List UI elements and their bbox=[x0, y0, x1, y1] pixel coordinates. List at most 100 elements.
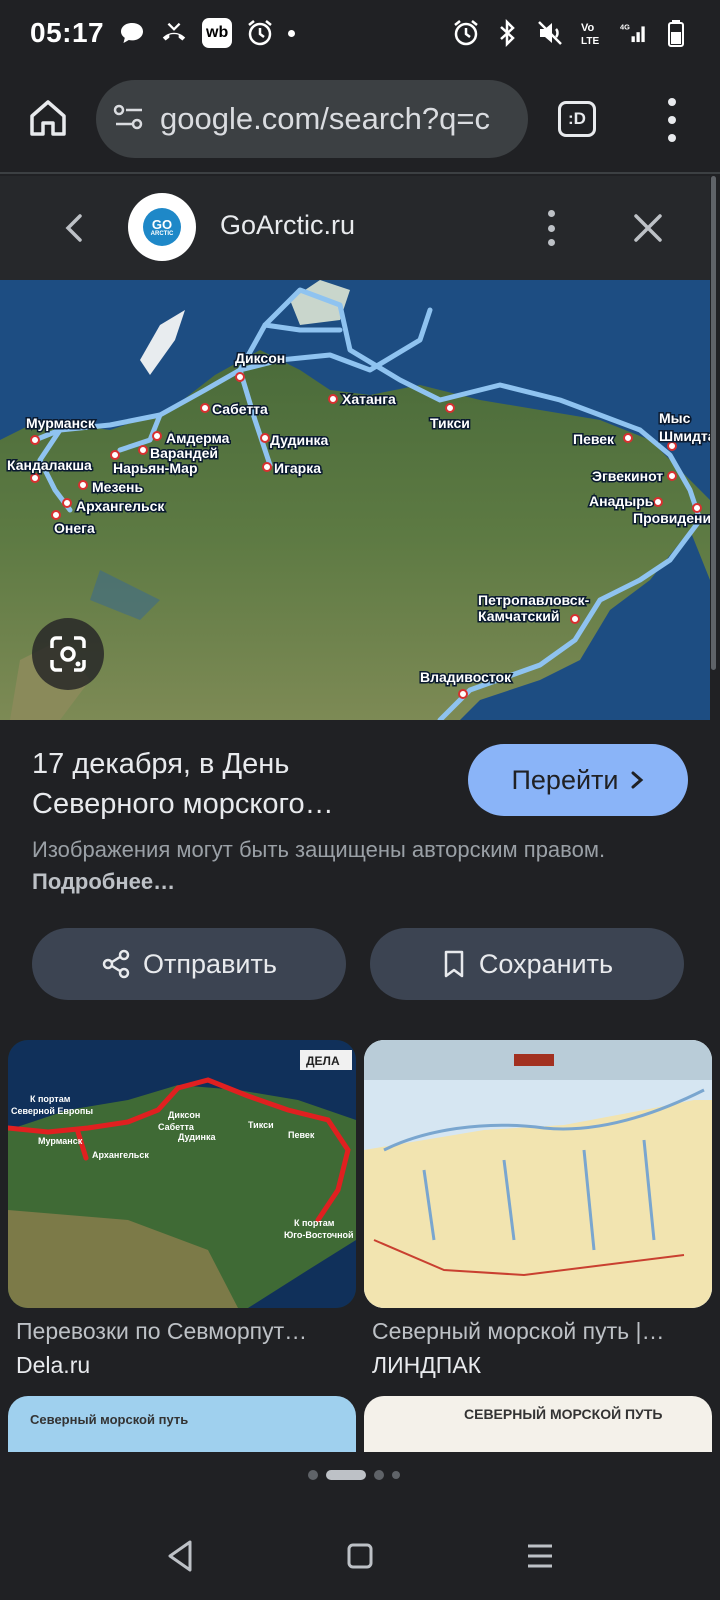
svg-text:ДЕЛА: ДЕЛА bbox=[306, 1054, 340, 1068]
more-vert-icon bbox=[547, 210, 555, 217]
close-button[interactable] bbox=[628, 208, 668, 248]
browser-menu-button[interactable] bbox=[660, 98, 684, 142]
svg-text:Диксон: Диксон bbox=[168, 1110, 200, 1120]
mute-icon bbox=[536, 19, 564, 47]
svg-text:Амдерма: Амдерма bbox=[166, 430, 230, 446]
page-dot bbox=[392, 1471, 400, 1479]
page-dot bbox=[308, 1470, 318, 1480]
svg-text:К портам: К портам bbox=[294, 1218, 335, 1228]
svg-text:Нарьян-Мар: Нарьян-Мар bbox=[113, 460, 198, 476]
home-button[interactable] bbox=[26, 96, 70, 140]
svg-text:Эгвекинот: Эгвекинот bbox=[592, 468, 663, 484]
nav-recents-button[interactable] bbox=[520, 1536, 560, 1576]
svg-text:Дудинка: Дудинка bbox=[270, 432, 329, 448]
tab-switcher-button[interactable]: :D bbox=[558, 101, 596, 137]
url-text: google.com/search?q=c bbox=[160, 101, 491, 136]
alarm-icon bbox=[452, 19, 480, 47]
svg-text:Петропавловск-: Петропавловск- bbox=[478, 592, 590, 608]
page-indicator bbox=[308, 1470, 400, 1480]
svg-text:Диксон: Диксон bbox=[235, 350, 285, 366]
recents-menu-icon bbox=[528, 1544, 552, 1568]
wildberries-app-icon: wb bbox=[202, 18, 233, 48]
svg-text:Певек: Певек bbox=[573, 431, 615, 447]
bookmark-icon bbox=[444, 950, 464, 978]
related-title-2[interactable]: Северный морской путь |… bbox=[372, 1318, 665, 1345]
svg-text:Певек: Певек bbox=[288, 1130, 315, 1140]
page-dot-active bbox=[326, 1470, 366, 1480]
source-more-button[interactable] bbox=[545, 210, 557, 246]
svg-text:Кандалакша: Кандалакша bbox=[7, 457, 92, 473]
chat-bubble-icon bbox=[118, 19, 146, 47]
svg-text:Архангельск: Архангельск bbox=[76, 498, 165, 514]
source-logo[interactable]: GO ARCTIC bbox=[128, 193, 196, 261]
svg-text:Мурманск: Мурманск bbox=[26, 415, 96, 431]
svg-text:Анадырь: Анадырь bbox=[589, 493, 654, 509]
site-settings-icon[interactable] bbox=[112, 102, 146, 137]
page-dot bbox=[374, 1470, 384, 1480]
lens-icon bbox=[50, 636, 86, 672]
svg-text:Провидения: Провидения bbox=[633, 510, 710, 526]
svg-text:4G: 4G bbox=[620, 23, 630, 32]
svg-text:Хатанга: Хатанга bbox=[342, 391, 396, 407]
chevron-left-icon bbox=[65, 214, 82, 242]
route-map-image: Мурманск Кандалакша Онега Архангельск Ме… bbox=[0, 280, 710, 720]
nav-home-button[interactable] bbox=[340, 1536, 380, 1576]
google-lens-button[interactable] bbox=[32, 618, 104, 690]
notification-dot-icon bbox=[288, 29, 296, 37]
visit-button-label: Перейти bbox=[511, 764, 619, 795]
svg-text:Шмидта: Шмидта bbox=[659, 428, 710, 444]
svg-text:К портам: К портам bbox=[30, 1094, 71, 1104]
share-button-label: Отправить bbox=[143, 948, 277, 979]
svg-text:Дудинка: Дудинка bbox=[178, 1132, 216, 1142]
main-image[interactable]: Мурманск Кандалакша Онега Архангельск Ме… bbox=[0, 280, 710, 720]
learn-more-link[interactable]: Подробнее… bbox=[32, 869, 175, 894]
visit-button[interactable]: Перейти bbox=[468, 744, 688, 816]
copyright-notice: Изображения могут быть защищены авторски… bbox=[32, 837, 606, 894]
more-vert-icon bbox=[668, 98, 676, 106]
nav-back-button[interactable] bbox=[160, 1536, 200, 1576]
svg-text:Мыс: Мыс bbox=[659, 410, 691, 426]
svg-text:Юго-Восточной Азии: Юго-Восточной Азии bbox=[284, 1230, 356, 1240]
back-button[interactable] bbox=[56, 206, 96, 250]
related-image-4[interactable]: СЕВЕРНЫЙ МОРСКОЙ ПУТЬ bbox=[364, 1396, 712, 1452]
related-image-2[interactable] bbox=[364, 1040, 712, 1308]
related-image-1[interactable]: ДЕЛА К портам Северной Европы Мурманск А… bbox=[8, 1040, 356, 1308]
scrollbar[interactable] bbox=[711, 176, 716, 670]
related-image-3-header: Северный морской путь bbox=[30, 1412, 189, 1427]
svg-text:Онега: Онега bbox=[54, 520, 95, 536]
address-bar[interactable]: google.com/search?q=c bbox=[96, 80, 528, 158]
battery-icon bbox=[662, 19, 690, 47]
svg-text:Северной Европы: Северной Европы bbox=[11, 1106, 93, 1116]
save-button[interactable]: Сохранить bbox=[370, 928, 684, 1000]
svg-text:Мезень: Мезень bbox=[92, 479, 143, 495]
status-bar: 05:17 wb Vo LTE 4G bbox=[0, 0, 720, 66]
close-icon bbox=[634, 214, 662, 242]
related-image-4-header: СЕВЕРНЫЙ МОРСКОЙ ПУТЬ bbox=[464, 1406, 663, 1422]
svg-text:Владивосток: Владивосток bbox=[420, 669, 512, 685]
related-image-3[interactable]: Северный морской путь bbox=[8, 1396, 356, 1452]
svg-text:Камчатский: Камчатский bbox=[478, 608, 559, 624]
svg-text:Архангельск: Архангельск bbox=[92, 1150, 149, 1160]
image-viewer-header: GO ARCTIC GoArctic.ru bbox=[0, 176, 710, 280]
missed-call-icon bbox=[160, 19, 188, 47]
home-icon bbox=[30, 100, 66, 136]
svg-text:Игарка: Игарка bbox=[274, 460, 321, 476]
save-button-label: Сохранить bbox=[478, 948, 614, 979]
browser-toolbar: google.com/search?q=c :D bbox=[0, 66, 720, 174]
share-button[interactable]: Отправить bbox=[32, 928, 346, 1000]
svg-text:Vo: Vo bbox=[581, 22, 595, 34]
home-square-icon bbox=[347, 1543, 373, 1569]
back-triangle-icon bbox=[168, 1540, 192, 1572]
chevron-right-icon bbox=[631, 771, 643, 789]
related-title-1[interactable]: Перевозки по Севморпут… bbox=[16, 1318, 307, 1345]
svg-text:Сабетта: Сабетта bbox=[212, 401, 268, 417]
goarctic-logo-icon: GO ARCTIC bbox=[143, 208, 181, 246]
related-source-1: Dela.ru bbox=[16, 1352, 91, 1378]
svg-text:Тикси: Тикси bbox=[248, 1120, 274, 1130]
system-navigation-bar bbox=[0, 1510, 720, 1600]
source-name[interactable]: GoArctic.ru bbox=[220, 210, 355, 241]
image-title[interactable]: 17 декабря, в День Северного морского… bbox=[32, 744, 432, 824]
svg-text:Варандей: Варандей bbox=[150, 445, 218, 461]
alarm-icon bbox=[246, 19, 274, 47]
svg-text:Сабетта: Сабетта bbox=[158, 1122, 195, 1132]
